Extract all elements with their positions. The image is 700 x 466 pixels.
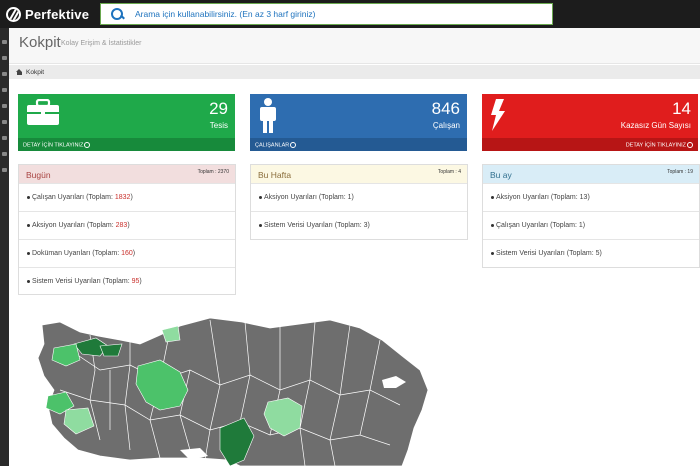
- panel-title: Bu Hafta: [258, 170, 292, 180]
- briefcase-icon: [27, 99, 59, 125]
- list-item[interactable]: Aksiyon Uyarıları (Toplam: 1): [251, 183, 467, 211]
- list-item-label: Çalışan Uyarıları (Toplam:: [496, 222, 579, 229]
- sidebar-item-icon[interactable]: [2, 168, 7, 172]
- bullet-icon: [27, 279, 30, 283]
- list-item[interactable]: Sistem Verisi Uyarıları (Toplam: 5): [483, 239, 699, 267]
- bullet-icon: [491, 195, 494, 199]
- sidebar-item-icon[interactable]: [2, 136, 7, 140]
- panel-title: Bu ay: [490, 170, 512, 180]
- search-input[interactable]: [135, 9, 535, 19]
- breadcrumb: Kokpit: [9, 65, 700, 79]
- panel-bu-hafta: Bu Hafta Toplam : 4 Aksiyon Uyarıları (T…: [250, 164, 468, 240]
- panel-header: Bu Hafta Toplam : 4: [251, 165, 467, 183]
- sidebar-item-icon[interactable]: [2, 88, 7, 92]
- list-item-count: 1832: [114, 194, 131, 201]
- perfektive-logo-icon: [6, 6, 21, 22]
- list-item[interactable]: Aksiyon Uyarıları (Toplam: 13): [483, 183, 699, 211]
- arrow-circle-icon: [84, 142, 91, 148]
- panel-total: Toplam : 2370: [197, 169, 229, 175]
- sidebar-item-icon[interactable]: [2, 40, 7, 44]
- bullet-icon: [491, 223, 494, 227]
- list-item-label: Aksiyon Uyarıları (Toplam:: [264, 194, 348, 201]
- sidebar-item-icon[interactable]: [2, 104, 7, 108]
- bullet-icon: [491, 251, 494, 255]
- panel-total: Toplam : 19: [667, 169, 693, 175]
- list-item-label: Sistem Verisi Uyarıları (Toplam:: [496, 250, 596, 257]
- list-item-label: Aksiyon Uyarıları (Toplam:: [496, 194, 580, 201]
- bullet-icon: [27, 223, 30, 227]
- stat-footer-link[interactable]: DETAY İÇİN TIKLAYINIZ: [18, 138, 235, 151]
- list-item[interactable]: Çalışan Uyarıları (Toplam: 1832): [19, 183, 235, 211]
- brand-logo[interactable]: Perfektive: [6, 5, 89, 23]
- list-item-end: ): [367, 222, 370, 229]
- page-subtitle: Kolay Erişim & İstatistikler: [61, 40, 142, 47]
- stat-footer-link[interactable]: ÇALIŞANLAR: [250, 138, 467, 151]
- list-item-end: ): [351, 194, 354, 201]
- bullet-icon: [259, 223, 262, 227]
- list-item-label: Aksiyon Uyarıları (Toplam:: [32, 222, 116, 229]
- stat-value: 14: [672, 99, 691, 118]
- panel-header: Bugün Toplam : 2370: [19, 165, 235, 183]
- list-item-label: Doküman Uyarıları (Toplam:: [32, 250, 122, 257]
- list-item-end: ): [132, 250, 136, 257]
- stat-value: 846: [431, 99, 460, 118]
- stat-card-kazasiz-gun[interactable]: 14 Kazasız Gün Sayısı DETAY İÇİN TIKLAYI…: [482, 94, 698, 151]
- list-item-end: ): [587, 194, 590, 201]
- stat-footer-text: DETAY İÇİN TIKLAYINIZ: [23, 142, 84, 149]
- sidebar-item-icon[interactable]: [2, 152, 7, 156]
- search-icon[interactable]: [101, 4, 131, 24]
- list-item[interactable]: Sistem Verisi Uyarıları (Toplam: 95): [19, 267, 235, 295]
- sidebar-item-icon[interactable]: [2, 56, 7, 60]
- home-icon[interactable]: [16, 69, 23, 75]
- list-item[interactable]: Çalışan Uyarıları (Toplam: 1): [483, 211, 699, 239]
- list-item-end: ): [599, 250, 602, 257]
- stat-footer-text: ÇALIŞANLAR: [255, 142, 290, 149]
- panel-header: Bu ay Toplam : 19: [483, 165, 699, 183]
- page-header: Kokpit Kolay Erişim & İstatistikler: [9, 28, 700, 64]
- arrow-circle-icon: [687, 142, 693, 148]
- top-navbar: Perfektive: [0, 0, 700, 28]
- stat-label: Tesis: [209, 121, 228, 130]
- arrow-circle-icon: [290, 142, 297, 148]
- list-item-end: ): [130, 194, 133, 201]
- lightning-bolt-icon: [491, 99, 505, 131]
- list-item-count: 283: [115, 222, 128, 229]
- stat-label: Kazasız Gün Sayısı: [620, 121, 691, 130]
- bullet-icon: [27, 251, 30, 255]
- person-icon: [260, 98, 276, 133]
- province-highlight-dark[interactable]: [99, 343, 123, 357]
- list-item-end: ): [139, 278, 142, 285]
- sidebar-item-icon[interactable]: [2, 120, 7, 124]
- list-item-label: Sistem Verisi Uyarıları (Toplam:: [264, 222, 364, 229]
- stat-label: Çalışan: [432, 121, 460, 130]
- panel-total: Toplam : 4: [437, 169, 461, 175]
- list-item-end: ): [127, 222, 130, 229]
- list-item[interactable]: Aksiyon Uyarıları (Toplam: 283): [19, 211, 235, 239]
- list-item-label: Çalışan Uyarıları (Toplam:: [32, 194, 115, 201]
- list-item[interactable]: Doküman Uyarıları (Toplam: 160): [19, 239, 235, 267]
- stat-footer-link[interactable]: DETAY İÇİN TIKLAYINIZ: [482, 138, 698, 151]
- bullet-icon: [259, 195, 262, 199]
- breadcrumb-item[interactable]: Kokpit: [26, 69, 44, 76]
- search-box[interactable]: [100, 3, 553, 25]
- list-item[interactable]: Sistem Verisi Uyarıları (Toplam: 3): [251, 211, 467, 239]
- panel-bu-ay: Bu ay Toplam : 19 Aksiyon Uyarıları (Top…: [482, 164, 700, 268]
- list-item-label: Sistem Verisi Uyarıları (Toplam:: [32, 278, 132, 285]
- panel-bugun: Bugün Toplam : 2370 Çalışan Uyarıları (T…: [18, 164, 236, 295]
- turkey-province-map[interactable]: [30, 310, 430, 466]
- brand-name: Perfektive: [25, 6, 90, 22]
- page-title: Kokpit: [19, 34, 61, 51]
- list-item-count: 160: [121, 250, 133, 257]
- stat-card-tesis[interactable]: 29 Tesis DETAY İÇİN TIKLAYINIZ: [18, 94, 235, 151]
- list-item-end: ): [582, 222, 586, 229]
- sidebar-item-icon[interactable]: [2, 72, 7, 76]
- stat-footer-text: DETAY İÇİN TIKLAYINIZ: [625, 142, 686, 149]
- stat-card-calisan[interactable]: 846 Çalışan ÇALIŞANLAR: [250, 94, 467, 151]
- sidebar-collapsed: [0, 28, 9, 466]
- bullet-icon: [27, 195, 30, 199]
- stat-value: 29: [209, 99, 228, 118]
- panel-title: Bugün: [26, 170, 51, 180]
